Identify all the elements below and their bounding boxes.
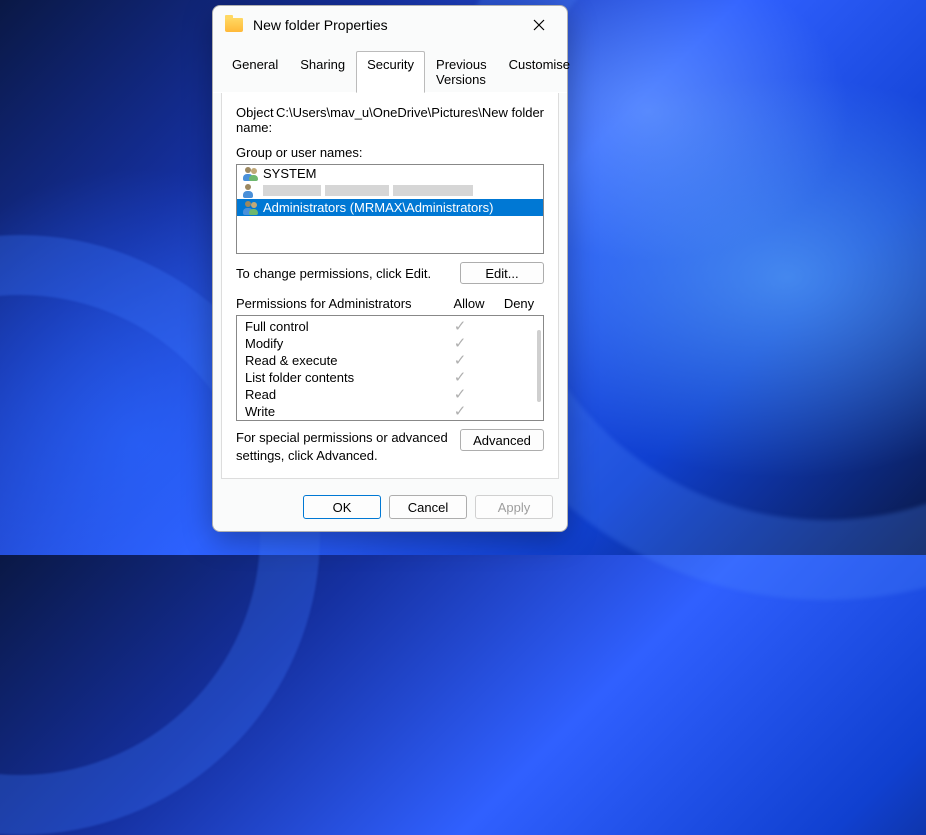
tab-strip: General Sharing Security Previous Versio… bbox=[213, 50, 567, 93]
folder-icon bbox=[225, 18, 243, 32]
perm-row[interactable]: Modify ✓ bbox=[237, 335, 543, 352]
user-row-redacted[interactable] bbox=[237, 182, 543, 199]
titlebar[interactable]: New folder Properties bbox=[213, 6, 567, 44]
cancel-button[interactable]: Cancel bbox=[389, 495, 467, 519]
tab-customise[interactable]: Customise bbox=[498, 51, 581, 93]
allow-check-icon: ✓ bbox=[435, 370, 485, 385]
redacted-segment bbox=[325, 185, 389, 196]
user-row-administrators[interactable]: Administrators (MRMAX\Administrators) bbox=[237, 199, 543, 216]
advanced-button[interactable]: Advanced bbox=[460, 429, 544, 451]
perm-name: Read bbox=[245, 387, 435, 402]
close-icon bbox=[533, 19, 545, 31]
window-title: New folder Properties bbox=[253, 17, 388, 33]
redacted-segment bbox=[393, 185, 473, 196]
tab-security[interactable]: Security bbox=[356, 51, 425, 93]
tab-general[interactable]: General bbox=[221, 51, 289, 93]
allow-check-icon: ✓ bbox=[435, 336, 485, 351]
close-button[interactable] bbox=[519, 10, 559, 40]
user-name: SYSTEM bbox=[263, 166, 316, 181]
tab-previous-versions[interactable]: Previous Versions bbox=[425, 51, 498, 93]
perm-name: Write bbox=[245, 404, 435, 419]
permissions-listbox[interactable]: Full control ✓ Modify ✓ Read & execute ✓… bbox=[236, 315, 544, 421]
permissions-for-label: Permissions for Administrators bbox=[236, 296, 444, 311]
perm-name: List folder contents bbox=[245, 370, 435, 385]
user-row-system[interactable]: SYSTEM bbox=[237, 165, 543, 182]
user-icon bbox=[243, 184, 259, 198]
ok-button[interactable]: OK bbox=[303, 495, 381, 519]
security-panel: Object name: C:\Users\mav_u\OneDrive\Pic… bbox=[221, 93, 559, 479]
redacted-segment bbox=[263, 185, 321, 196]
perm-row[interactable]: Read ✓ bbox=[237, 386, 543, 403]
dialog-button-row: OK Cancel Apply bbox=[213, 487, 567, 531]
users-group-icon bbox=[243, 201, 259, 215]
tab-sharing[interactable]: Sharing bbox=[289, 51, 356, 93]
object-name-label: Object name: bbox=[236, 105, 276, 135]
allow-check-icon: ✓ bbox=[435, 319, 485, 334]
permissions-header: Permissions for Administrators Allow Den… bbox=[236, 296, 544, 311]
allow-check-icon: ✓ bbox=[435, 353, 485, 368]
object-name-row: Object name: C:\Users\mav_u\OneDrive\Pic… bbox=[236, 105, 544, 135]
perm-name: Read & execute bbox=[245, 353, 435, 368]
perm-name: Modify bbox=[245, 336, 435, 351]
advanced-row: For special permissions or advanced sett… bbox=[236, 429, 544, 464]
group-user-label: Group or user names: bbox=[236, 145, 544, 160]
perm-name: Full control bbox=[245, 319, 435, 334]
perm-row[interactable]: List folder contents ✓ bbox=[237, 369, 543, 386]
apply-button: Apply bbox=[475, 495, 553, 519]
allow-check-icon: ✓ bbox=[435, 404, 485, 419]
user-name: Administrators (MRMAX\Administrators) bbox=[263, 200, 493, 215]
perm-row[interactable]: Read & execute ✓ bbox=[237, 352, 543, 369]
allow-column-header: Allow bbox=[444, 296, 494, 311]
edit-hint-text: To change permissions, click Edit. bbox=[236, 266, 460, 281]
edit-row: To change permissions, click Edit. Edit.… bbox=[236, 262, 544, 284]
properties-dialog: New folder Properties General Sharing Se… bbox=[212, 5, 568, 532]
edit-button[interactable]: Edit... bbox=[460, 262, 544, 284]
object-name-value: C:\Users\mav_u\OneDrive\Pictures\New fol… bbox=[276, 105, 544, 135]
permissions-list: Full control ✓ Modify ✓ Read & execute ✓… bbox=[237, 316, 543, 422]
users-group-icon bbox=[243, 167, 259, 181]
group-user-listbox[interactable]: SYSTEM Administrators (MRMAX\Administrat… bbox=[236, 164, 544, 254]
allow-check-icon: ✓ bbox=[435, 387, 485, 402]
deny-column-header: Deny bbox=[494, 296, 544, 311]
perm-row[interactable]: Full control ✓ bbox=[237, 318, 543, 335]
perm-row[interactable]: Write ✓ bbox=[237, 403, 543, 420]
scrollbar-thumb[interactable] bbox=[537, 330, 541, 402]
advanced-hint-text: For special permissions or advanced sett… bbox=[236, 429, 452, 464]
